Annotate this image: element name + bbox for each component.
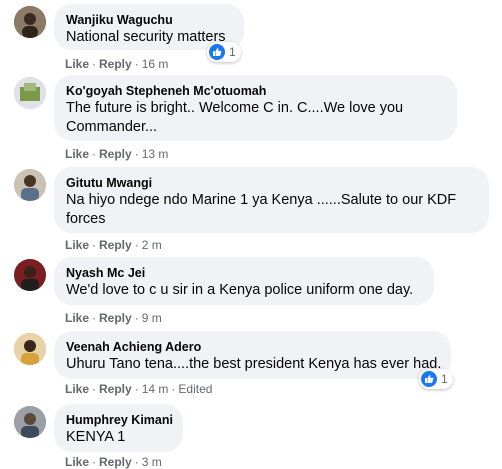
comment-author[interactable]: Wanjiku Waguchu <box>66 12 232 28</box>
comment-actions: Like · Reply · 14 m · Edited <box>65 382 213 396</box>
comment-time[interactable]: 3 m <box>142 455 162 469</box>
comment-text: KENYA 1 <box>66 429 126 445</box>
comment-text: The future is bright.. Welcome C in. C..… <box>66 100 404 135</box>
like-icon <box>421 371 437 387</box>
comment-time[interactable]: 13 m <box>142 147 169 161</box>
comment-actions: Like · Reply · 16 m <box>65 57 169 71</box>
reaction-count: 1 <box>229 45 236 59</box>
comment-actions: Like · Reply · 9 m <box>65 311 162 325</box>
comment-time[interactable]: 16 m <box>142 57 169 71</box>
comment-text: National security matters <box>66 29 226 45</box>
comment-actions: Like · Reply · 3 m <box>65 455 162 469</box>
like-icon <box>209 44 225 60</box>
avatar[interactable] <box>14 169 46 201</box>
comment-actions: Like · Reply · 13 m <box>65 147 169 161</box>
reply-link[interactable]: Reply <box>99 147 132 161</box>
comment-bubble: Gitutu Mwangi Na hiyo ndege ndo Marine 1… <box>54 167 489 233</box>
reply-link[interactable]: Reply <box>99 57 132 71</box>
reply-link[interactable]: Reply <box>99 311 132 325</box>
comment-bubble: Humphrey Kimani KENYA 1 <box>54 404 183 452</box>
comment-time[interactable]: 9 m <box>142 311 162 325</box>
comment-time[interactable]: 14 m <box>142 382 169 396</box>
comment-bubble: Nyash Mc Jei We'd love to c u sir in a K… <box>54 257 434 305</box>
comment-author[interactable]: Gitutu Mwangi <box>66 175 477 191</box>
avatar[interactable] <box>14 333 46 365</box>
like-link[interactable]: Like <box>65 238 89 252</box>
like-link[interactable]: Like <box>65 382 89 396</box>
edited-label[interactable]: Edited <box>178 382 212 396</box>
comment-bubble: Ko'goyah Stepheneh Mc'otuomah The future… <box>54 75 457 141</box>
reply-link[interactable]: Reply <box>99 455 132 469</box>
like-link[interactable]: Like <box>65 147 89 161</box>
reply-link[interactable]: Reply <box>99 238 132 252</box>
comment-bubble: Veenah Achieng Adero Uhuru Tano tena....… <box>54 331 451 379</box>
reaction-summary[interactable]: 1 <box>207 42 241 62</box>
comment-author[interactable]: Nyash Mc Jei <box>66 265 422 281</box>
avatar[interactable] <box>14 6 46 38</box>
like-link[interactable]: Like <box>65 455 89 469</box>
like-link[interactable]: Like <box>65 311 89 325</box>
comment-text: Uhuru Tano tena....the best president Ke… <box>66 356 442 372</box>
reaction-count: 1 <box>441 372 448 386</box>
like-link[interactable]: Like <box>65 57 89 71</box>
comment-text: We'd love to c u sir in a Kenya police u… <box>66 282 414 298</box>
avatar[interactable] <box>14 259 46 291</box>
comment-text: Na hiyo ndege ndo Marine 1 ya Kenya ....… <box>66 192 457 227</box>
reply-link[interactable]: Reply <box>99 382 132 396</box>
avatar[interactable] <box>14 406 46 438</box>
comment-author[interactable]: Ko'goyah Stepheneh Mc'otuomah <box>66 83 445 99</box>
comment-time[interactable]: 2 m <box>142 238 162 252</box>
avatar[interactable] <box>14 77 46 109</box>
comment-actions: Like · Reply · 2 m <box>65 238 162 252</box>
reaction-summary[interactable]: 1 <box>419 369 453 389</box>
comment-author[interactable]: Humphrey Kimani <box>66 412 173 428</box>
comment-author[interactable]: Veenah Achieng Adero <box>66 339 439 355</box>
